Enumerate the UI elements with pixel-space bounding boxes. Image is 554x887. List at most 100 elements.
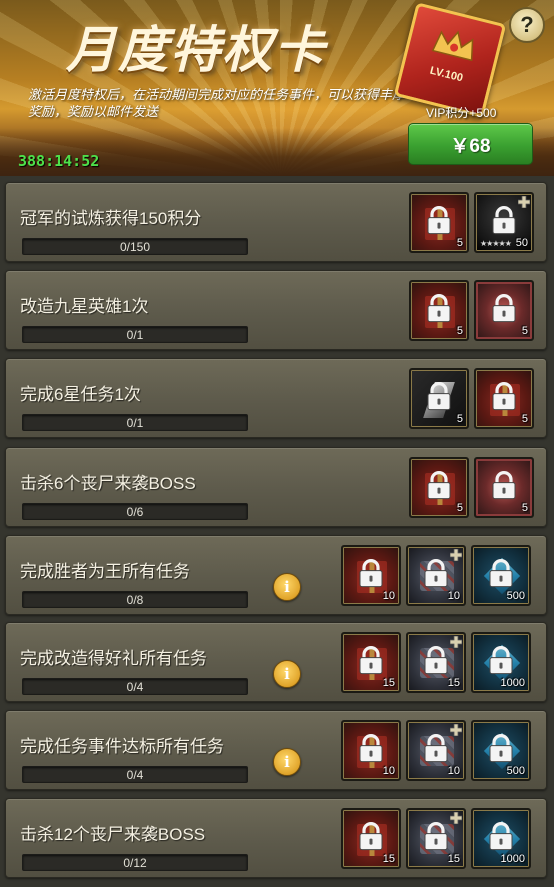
reward-slot[interactable]: 10	[406, 545, 466, 606]
task-title: 完成胜者为王所有任务	[20, 562, 190, 581]
task-list[interactable]: 冠军的试炼获得150积分 0/150 5 ★★★★★ 50 改造九星英雄1次 0/1 5 5 完成…	[0, 176, 554, 887]
lock-icon	[423, 645, 449, 675]
reward-slot[interactable]: 5	[474, 368, 534, 429]
reward-count: 5	[521, 325, 528, 337]
reward-slot[interactable]: 5	[474, 457, 534, 518]
reward-slot[interactable]: 15	[341, 632, 401, 693]
lock-icon	[423, 733, 449, 763]
reward-slot[interactable]: 10	[406, 720, 466, 781]
reward-count: 500	[506, 590, 525, 602]
reward-count: 15	[447, 853, 460, 865]
reward-slot[interactable]: 500	[471, 720, 531, 781]
reward-count: 10	[382, 590, 395, 602]
lock-icon	[488, 645, 514, 675]
info-icon[interactable]: i	[273, 660, 301, 688]
fragment-plus-icon	[449, 548, 463, 562]
reward-slot[interactable]: 5	[409, 457, 469, 518]
reward-count: 5	[456, 237, 463, 249]
task-progress-bar: 0/6	[22, 503, 248, 520]
task-row[interactable]: 击杀12个丧尸来袭BOSS 0/12 15 15 1000	[5, 798, 547, 878]
lock-icon	[426, 381, 452, 411]
task-row[interactable]: 完成6星任务1次 0/1 5 5	[5, 358, 547, 438]
reward-count: 10	[382, 765, 395, 777]
reward-slot[interactable]: 5	[409, 368, 469, 429]
task-row[interactable]: 击杀6个丧尸来袭BOSS 0/6 5 5	[5, 447, 547, 527]
task-progress-bar: 0/150	[22, 238, 248, 255]
reward-count: 15	[382, 677, 395, 689]
lock-icon	[491, 381, 517, 411]
reward-slot[interactable]: 15	[406, 808, 466, 869]
reward-slot[interactable]: 10	[341, 720, 401, 781]
lock-icon	[358, 558, 384, 588]
task-progress-bar: 0/12	[22, 854, 248, 871]
card-level-label: LV.100	[428, 64, 465, 85]
reward-slot[interactable]: 10	[341, 545, 401, 606]
reward-count: 5	[456, 413, 463, 425]
countdown-timer: 388:14:52	[18, 152, 100, 170]
task-title: 完成改造得好礼所有任务	[20, 649, 207, 668]
reward-count: 10	[447, 590, 460, 602]
task-progress-bar: 0/4	[22, 678, 248, 695]
reward-count: 1000	[500, 677, 525, 689]
lock-icon	[426, 293, 452, 323]
lock-icon	[488, 733, 514, 763]
lock-icon	[491, 470, 517, 500]
lock-icon	[491, 293, 517, 323]
purchase-button[interactable]: ￥68	[408, 123, 533, 165]
reward-slot[interactable]: 5	[474, 280, 534, 341]
reward-count: 5	[456, 502, 463, 514]
info-icon[interactable]: i	[273, 748, 301, 776]
task-title: 击杀12个丧尸来袭BOSS	[20, 825, 206, 844]
reward-slot[interactable]: 500	[471, 545, 531, 606]
fragment-plus-icon	[449, 811, 463, 825]
task-progress-bar: 0/4	[22, 766, 248, 783]
reward-count: 15	[447, 677, 460, 689]
star-rating: ★★★★★	[480, 239, 512, 248]
task-title: 完成6星任务1次	[20, 385, 141, 404]
reward-slot[interactable]: 5	[409, 280, 469, 341]
help-button[interactable]: ?	[509, 7, 545, 43]
task-row[interactable]: 改造九星英雄1次 0/1 5 5	[5, 270, 547, 350]
reward-count: 5	[521, 502, 528, 514]
lock-icon	[423, 558, 449, 588]
lock-icon	[358, 733, 384, 763]
lock-icon	[488, 558, 514, 588]
task-row[interactable]: 完成胜者为王所有任务 0/8 i 10 10 500	[5, 535, 547, 615]
task-progress-bar: 0/1	[22, 414, 248, 431]
reward-slot[interactable]: 15	[341, 808, 401, 869]
fragment-plus-icon	[449, 723, 463, 737]
lock-icon	[491, 205, 517, 235]
reward-slot[interactable]: 1000	[471, 808, 531, 869]
task-progress-bar: 0/1	[22, 326, 248, 343]
reward-slot[interactable]: 15	[406, 632, 466, 693]
fragment-plus-icon	[517, 195, 531, 209]
reward-slot[interactable]: 1000	[471, 632, 531, 693]
reward-count: 5	[456, 325, 463, 337]
task-row[interactable]: 冠军的试炼获得150积分 0/150 5 ★★★★★ 50	[5, 182, 547, 262]
reward-count: 5	[521, 413, 528, 425]
lock-icon	[426, 470, 452, 500]
reward-count: 10	[447, 765, 460, 777]
page-title: 月度特权卡	[66, 20, 326, 79]
reward-count: 15	[382, 853, 395, 865]
lock-icon	[358, 821, 384, 851]
reward-count: 50	[515, 237, 528, 249]
fragment-plus-icon	[449, 635, 463, 649]
month-card-banner: 月度特权卡 激活月度特权后，在活动期间完成对应的任务事件，可以获得丰厚奖励，奖励…	[0, 0, 554, 176]
lock-icon	[488, 821, 514, 851]
reward-count: 1000	[500, 853, 525, 865]
task-row[interactable]: 完成改造得好礼所有任务 0/4 i 15 15 1000	[5, 622, 547, 702]
reward-slot[interactable]: ★★★★★ 50	[474, 192, 534, 253]
lock-icon	[423, 821, 449, 851]
task-row[interactable]: 完成任务事件达标所有任务 0/4 i 10 10 500	[5, 710, 547, 790]
task-title: 冠军的试炼获得150积分	[20, 209, 202, 228]
reward-slot[interactable]: 5	[409, 192, 469, 253]
task-title: 击杀6个丧尸来袭BOSS	[20, 474, 196, 493]
vip-bonus-label: VIP积分+500	[426, 106, 497, 120]
crown-icon	[431, 30, 474, 62]
lock-icon	[358, 645, 384, 675]
reward-count: 500	[506, 765, 525, 777]
task-title: 改造九星英雄1次	[20, 297, 149, 316]
info-icon[interactable]: i	[273, 573, 301, 601]
task-title: 完成任务事件达标所有任务	[20, 737, 224, 756]
